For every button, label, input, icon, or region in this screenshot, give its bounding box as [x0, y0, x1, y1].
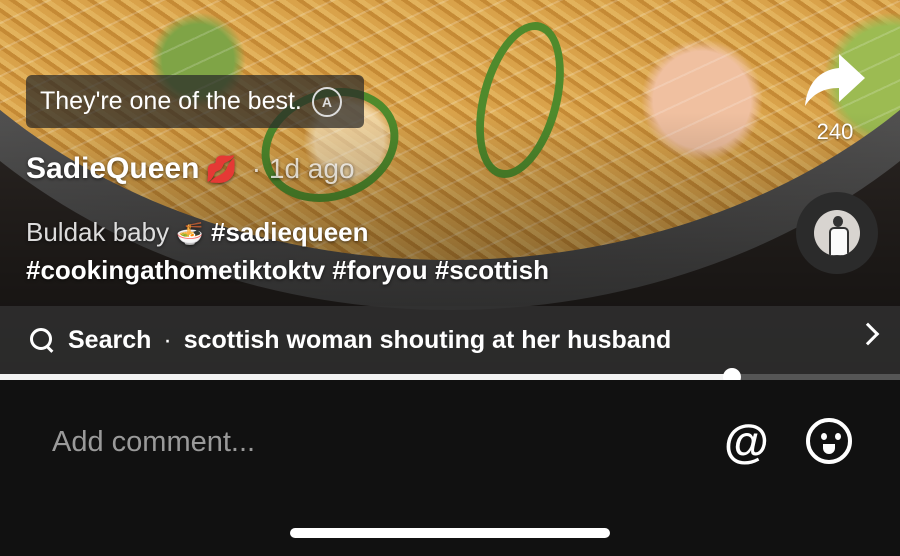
caption-text: They're one of the best. — [40, 87, 302, 115]
caption-bubble: They're one of the best. A — [26, 75, 364, 128]
video-description: Buldak baby 🍜 #sadiequeen #cookingathome… — [26, 214, 786, 289]
emoji-icon[interactable] — [806, 418, 852, 464]
share-arrow-icon — [805, 54, 865, 106]
emoji-eye — [835, 433, 841, 440]
search-label: Search — [68, 325, 152, 354]
search-query: scottish woman shouting at her husband — [183, 325, 672, 354]
translate-icon[interactable]: A — [311, 86, 342, 117]
author-line: SadieQueen 💋 · 1d ago — [26, 152, 355, 186]
author-name[interactable]: SadieQueen — [26, 152, 199, 186]
mention-icon[interactable]: @ — [724, 416, 769, 466]
noodle-bowl-icon: 🍜 — [176, 221, 204, 246]
hashtags[interactable]: #cookingathometiktoktv #foryou #scottish — [26, 255, 549, 285]
lips-icon: 💋 — [205, 153, 238, 184]
sound-disc[interactable] — [796, 192, 878, 274]
chevron-right-icon — [856, 322, 880, 346]
emoji-eye — [821, 433, 827, 440]
share-button[interactable]: 240 — [800, 50, 870, 145]
comment-input[interactable] — [52, 422, 672, 462]
comment-bar: @ — [0, 380, 900, 556]
hashtag[interactable]: #sadiequeen — [211, 217, 369, 247]
emoji-mouth — [823, 444, 835, 454]
search-icon — [28, 326, 56, 354]
description-text: Buldak baby — [26, 217, 170, 247]
share-count: 240 — [816, 119, 854, 144]
search-separator: · — [163, 325, 172, 354]
post-time: · 1d ago — [251, 153, 355, 184]
home-indicator[interactable] — [290, 528, 610, 538]
related-search-bar[interactable]: Search · scottish woman shouting at her … — [0, 306, 900, 374]
sound-avatar — [814, 210, 860, 256]
